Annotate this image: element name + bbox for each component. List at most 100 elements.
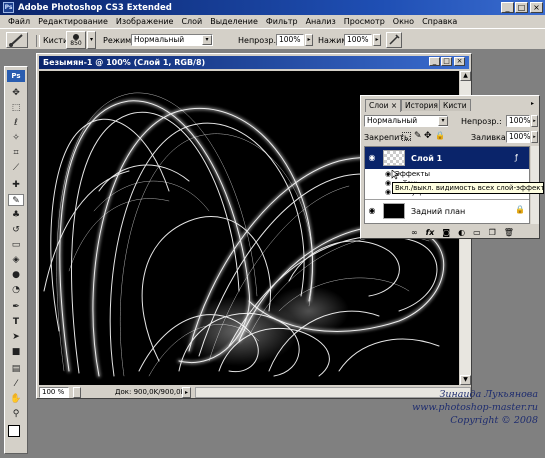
visibility-eye-icon[interactable]: ◉ [367,206,377,216]
brush-size-picker[interactable]: 850 [66,31,86,49]
zoom-level-field[interactable]: 100 % [39,387,69,398]
path-selection-tool-icon[interactable]: ➤ [8,331,24,343]
mode-select[interactable]: Нормальный [131,34,213,46]
mode-chevron-down-icon[interactable]: ▾ [202,35,212,45]
eraser-tool-icon[interactable]: ▭ [8,239,24,251]
lock-transparency-icon[interactable] [402,132,411,141]
brush-dropdown-arrow-icon[interactable]: ▾ [87,31,96,49]
close-button[interactable]: × [530,2,543,13]
menu-view[interactable]: Просмотр [340,17,389,26]
brush-size-value: 850 [70,40,82,47]
tooltip: Вкл./выкл. видимость всех слой-эффектов [392,182,544,194]
move-tool-icon[interactable]: ✥ [8,87,24,99]
eyedropper-tool-icon[interactable]: ⁄ [8,378,24,390]
effects-label: Эффекты [395,170,430,178]
menu-filter[interactable]: Фильтр [262,17,302,26]
magic-wand-tool-icon[interactable]: ✧ [8,132,24,144]
healing-brush-tool-icon[interactable]: ✚ [8,179,24,191]
lock-all-icon[interactable]: 🔒 [435,131,445,140]
brush-tool-icon[interactable]: ✎ [8,194,24,206]
history-brush-tool-icon[interactable]: ↺ [8,224,24,236]
foreground-color-swatch[interactable] [8,425,20,437]
status-divider [73,387,81,398]
lock-icon: 🔒 [515,205,525,214]
doc-minimize-button[interactable]: _ [429,57,440,66]
scroll-down-arrow-icon[interactable]: ▼ [460,375,471,385]
pen-tool-icon[interactable]: ✒ [8,301,24,313]
new-layer-icon[interactable]: ❐ [489,228,496,237]
shape-tool-icon[interactable]: ■ [8,346,24,358]
opacity-label: Непрозр.: [238,36,279,45]
link-layers-icon[interactable]: ∞ [411,228,418,237]
airbrush-toggle[interactable] [386,32,402,48]
menu-window[interactable]: Окно [389,17,418,26]
mode-label: Режим: [103,36,134,45]
minimize-button[interactable]: _ [501,2,514,13]
panel-menu-arrow-icon[interactable]: ▸ [528,99,537,108]
notes-tool-icon[interactable]: ▤ [8,363,24,375]
lock-pixels-icon[interactable]: ✎ [414,131,422,141]
adjustment-layer-icon[interactable]: ◐ [458,228,465,237]
mouse-cursor-icon [391,169,399,180]
background-layer-row[interactable]: ◉ Задний план 🔒 [365,199,529,221]
doc-close-button[interactable]: × [454,57,465,66]
doc-maximize-button[interactable]: □ [441,57,452,66]
menu-help[interactable]: Справка [418,17,461,26]
crop-tool-icon[interactable]: ⌗ [8,147,24,159]
menu-layer[interactable]: Слой [177,17,206,26]
maximize-button[interactable]: □ [515,2,528,13]
tab-brushes[interactable]: Кисти [439,99,471,111]
effects-row[interactable]: ◉ Эффекты [365,169,529,179]
marquee-tool-icon[interactable]: ⬚ [8,102,24,114]
paint-bucket-tool-icon[interactable]: ◈ [8,254,24,266]
effect-eye-icon[interactable]: ◉ [385,179,391,187]
slice-tool-icon[interactable]: ⟋ [8,162,24,174]
trash-icon[interactable]: 🗑 [504,228,514,237]
menu-file[interactable]: Файл [4,17,34,26]
new-group-icon[interactable]: ▭ [473,228,481,237]
layer-thumbnail [383,150,405,166]
fx-icon[interactable]: fx [426,228,435,237]
layer-opacity-input[interactable]: 100% [506,115,530,127]
blur-tool-icon[interactable]: ● [8,269,24,281]
visibility-eye-icon[interactable]: ◉ [367,153,377,163]
layer-fx-icon[interactable]: ƒ [515,153,518,162]
fill-arrow-icon[interactable]: ▸ [531,131,538,143]
layer-name: Слой 1 [411,154,443,163]
tab-layers[interactable]: Слои × [365,99,402,112]
menu-edit[interactable]: Редактирование [34,17,112,26]
lock-position-icon[interactable]: ✥ [424,131,432,141]
brush-tool-preset-button[interactable] [6,32,28,48]
fill-input[interactable]: 100% [506,131,530,143]
opacity-slider-arrow-icon[interactable]: ▸ [305,34,313,46]
scroll-up-arrow-icon[interactable]: ▲ [460,71,471,81]
clone-stamp-tool-icon[interactable]: ♣ [8,209,24,221]
menu-image[interactable]: Изображение [112,17,178,26]
document-titlebar[interactable]: Безымян-1 @ 100% (Слой 1, RGB/8) [39,56,469,69]
flow-slider-arrow-icon[interactable]: ▸ [373,34,381,46]
layer-opacity-arrow-icon[interactable]: ▸ [531,115,538,127]
menu-analysis[interactable]: Анализ [302,17,340,26]
add-mask-icon[interactable]: ◙ [442,228,450,237]
status-menu-arrow-icon[interactable]: ▸ [182,387,191,398]
blend-mode-select[interactable]: Нормальный [364,115,448,127]
app-titlebar: Ps Adobe Photoshop CS3 Extended [0,0,545,15]
layer-row-selected[interactable]: ◉ Слой 1 ƒ [365,147,529,169]
menu-select[interactable]: Выделение [206,17,262,26]
layers-footer: ∞ fx ◙ ◐ ▭ ❐ 🗑 [411,226,539,238]
zoom-tool-icon[interactable]: ⚲ [8,408,24,420]
flow-input[interactable]: 100% [344,34,372,46]
background-layer-name: Задний план [411,207,466,216]
toolbox: Ps ✥ ⬚ ℓ ✧ ⌗ ⟋ ✚ ✎ ♣ ↺ ▭ ◈ ● ◔ ✒ T ➤ ■ ▤… [4,66,28,454]
effect-eye-icon[interactable]: ◉ [385,188,391,196]
layer-opacity-label: Непрозр.: [461,117,502,126]
opacity-input[interactable]: 100% [276,34,304,46]
blend-mode-chevron-down-icon[interactable]: ▾ [438,116,448,126]
document-size-info[interactable]: Док: 900,0K/900,0K [115,388,185,396]
type-tool-icon[interactable]: T [8,316,24,328]
hand-tool-icon[interactable]: ✋ [8,393,24,405]
lasso-tool-icon[interactable]: ℓ [8,117,24,129]
tab-history[interactable]: История [401,99,442,111]
fill-label: Заливка: [471,133,509,142]
dodge-tool-icon[interactable]: ◔ [8,284,24,296]
